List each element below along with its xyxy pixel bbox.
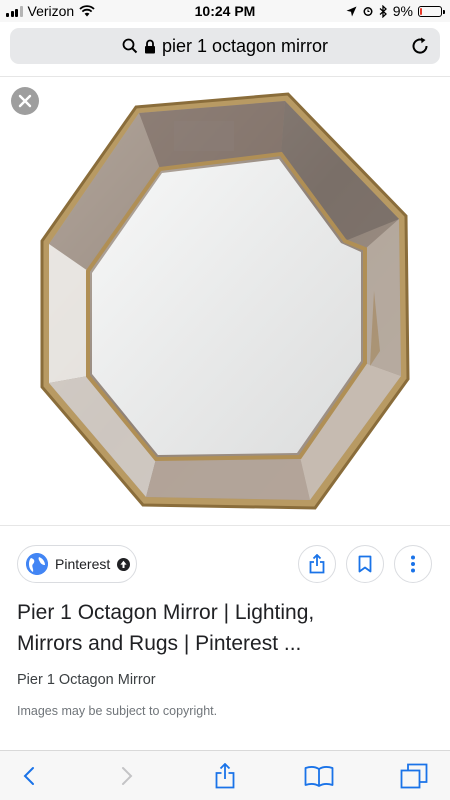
back-button[interactable] <box>14 761 44 791</box>
alarm-icon <box>363 7 373 16</box>
source-name: Pinterest <box>55 556 111 572</box>
bookmark-icon <box>358 555 372 573</box>
browser-toolbar <box>0 750 450 800</box>
battery-percent: 9% <box>392 3 413 19</box>
more-vert-icon <box>411 555 415 573</box>
octagon-mirror-image <box>40 92 410 510</box>
forward-button[interactable] <box>112 761 142 791</box>
close-icon <box>18 94 32 108</box>
close-button[interactable] <box>11 87 39 115</box>
bookmarks-button[interactable] <box>304 761 334 791</box>
reload-icon[interactable] <box>410 36 430 56</box>
forward-icon <box>122 767 133 785</box>
save-button[interactable] <box>346 545 384 583</box>
battery-icon <box>418 5 445 17</box>
result-title-line2[interactable]: Mirrors and Rugs | Pinterest ... <box>17 628 437 659</box>
source-chip[interactable]: Pinterest <box>17 545 137 583</box>
image-viewer[interactable] <box>0 76 450 526</box>
result-title[interactable]: Pier 1 Octagon Mirror | Lighting, Mirror… <box>17 597 437 659</box>
share-icon <box>309 554 325 574</box>
more-options-button[interactable] <box>394 545 432 583</box>
bookmarks-icon <box>304 766 334 787</box>
url-text[interactable]: pier 1 octagon mirror <box>162 36 328 57</box>
copyright-notice: Images may be subject to copyright. <box>17 704 218 718</box>
address-bar[interactable]: pier 1 octagon mirror <box>10 28 440 64</box>
open-arrow-icon <box>117 557 131 571</box>
location-icon <box>346 6 357 16</box>
globe-icon <box>26 553 48 575</box>
result-subtitle: Pier 1 Octagon Mirror <box>17 672 156 688</box>
bluetooth-icon <box>379 4 387 18</box>
result-title-line1[interactable]: Pier 1 Octagon Mirror | Lighting, <box>17 597 437 628</box>
share-icon <box>215 763 235 789</box>
status-bar: Verizon 10:24 PM 9% <box>0 0 450 22</box>
search-icon <box>122 38 138 54</box>
back-icon <box>23 767 34 785</box>
share-button[interactable] <box>298 545 336 583</box>
tabs-button[interactable] <box>399 761 429 791</box>
toolbar-share-button[interactable] <box>210 761 240 791</box>
tabs-icon <box>400 763 428 789</box>
lock-icon <box>144 39 155 53</box>
